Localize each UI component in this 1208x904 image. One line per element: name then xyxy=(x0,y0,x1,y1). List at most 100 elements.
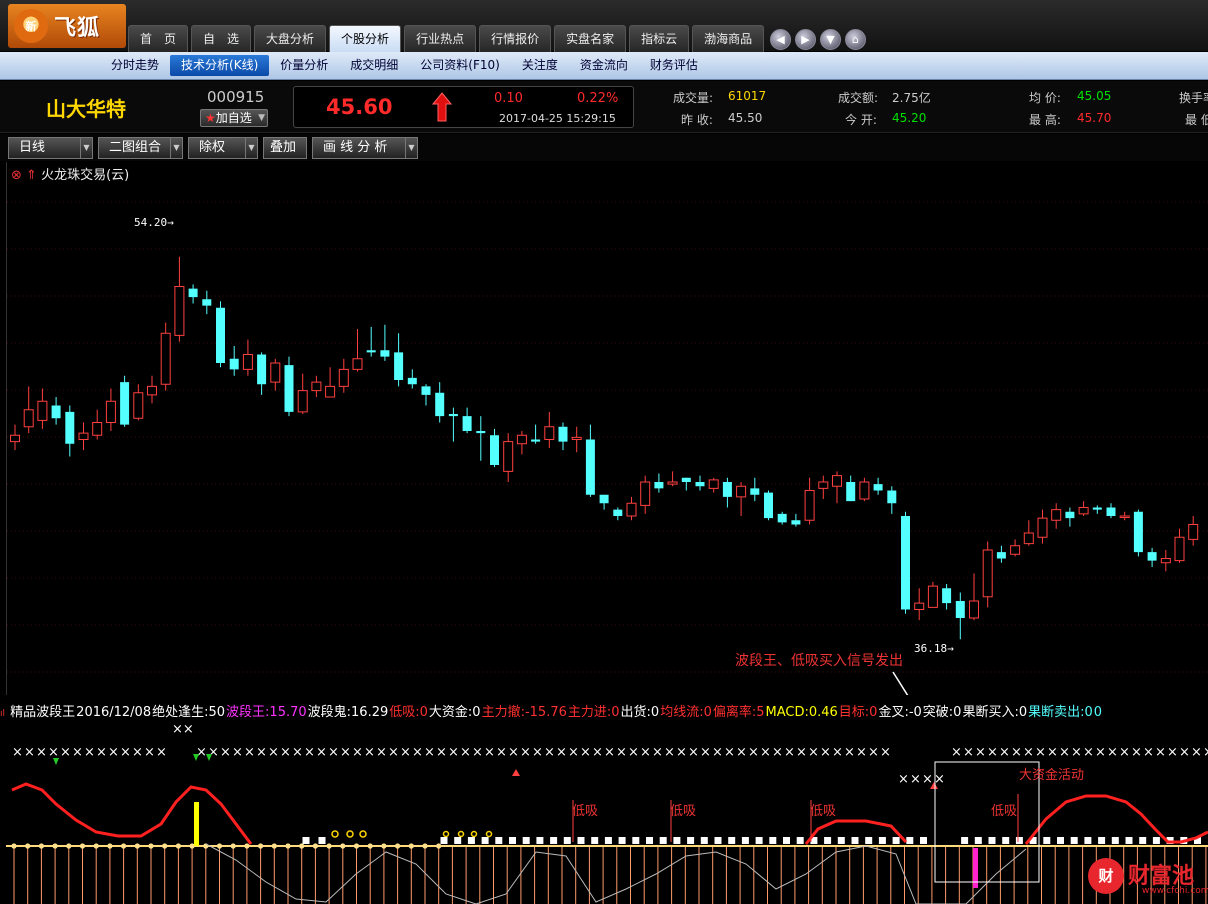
period-dropdown[interactable]: 日线 ▼ xyxy=(8,137,93,159)
combo-dropdown[interactable]: 二图组合 ▼ xyxy=(98,137,183,159)
cross-marker: × xyxy=(772,745,783,760)
cross-marker: × xyxy=(688,745,699,760)
candle-body xyxy=(380,350,390,357)
cross-marker: × xyxy=(999,745,1010,760)
baseline-dot xyxy=(367,843,373,849)
candle-body xyxy=(1023,532,1034,545)
quote-time: 2017-04-25 15:29:15 xyxy=(499,112,616,125)
subnav-tab-3[interactable]: 成交明细 xyxy=(339,55,409,76)
subnav-tab-7[interactable]: 财务评估 xyxy=(639,55,709,76)
cross-marker: × xyxy=(868,745,879,760)
cross-marker: × xyxy=(1083,745,1094,760)
candle-body xyxy=(284,365,294,412)
overlay-button[interactable]: 叠加 xyxy=(263,137,307,159)
baseline-dot xyxy=(408,843,414,849)
indicator-chart[interactable]: × × × × × × × × × × × × × × × × × × × × × × × × × × × × × × × × × × × × × × × ×… xyxy=(6,724,1208,904)
cross-marker: × xyxy=(760,745,771,760)
candle-body xyxy=(736,485,747,498)
cross-marker: × xyxy=(304,745,315,760)
cross-marker: × xyxy=(934,772,945,787)
white-square xyxy=(467,837,475,844)
history-icon[interactable]: ▼ xyxy=(820,29,841,50)
chevron-down-icon[interactable]: ▼ xyxy=(258,110,265,126)
cross-marker: × xyxy=(544,745,555,760)
nav-tab-0[interactable]: 首 页 xyxy=(128,25,189,52)
kline-chart[interactable]: ⊗ ⇑ 火龙珠交易(云) 54.20→ 36.18→ 波段王、低吸买入信号发出 xyxy=(6,162,1208,695)
cross-marker: × xyxy=(532,745,543,760)
baseline-dot xyxy=(189,843,195,849)
nav-tab-8[interactable]: 渤海商品 xyxy=(692,25,765,52)
nav-tab-2[interactable]: 大盘分析 xyxy=(254,25,327,52)
cross-marker: × xyxy=(292,745,303,760)
candle-body xyxy=(1106,507,1116,516)
add-favorite-button[interactable]: ★加自选 ▼ xyxy=(200,109,268,127)
nav-tab-6[interactable]: 实盘名家 xyxy=(554,25,627,52)
indicator-item: 0 xyxy=(1093,705,1103,720)
cross-marker: × xyxy=(72,745,83,760)
candle-body xyxy=(777,513,787,523)
cross-marker: × xyxy=(448,745,459,760)
watermark-url: www.cfchi.com xyxy=(1142,886,1208,896)
candle-body xyxy=(887,490,897,504)
candle-body xyxy=(1051,509,1062,521)
forward-icon[interactable]: ▶ xyxy=(795,29,816,50)
price-box: 45.60 0.10 0.22% 2017-04-25 15:29:15 xyxy=(293,86,634,128)
baseline-dot xyxy=(258,843,264,849)
candle-body xyxy=(1037,517,1048,538)
subnav-tab-0[interactable]: 分时走势 xyxy=(100,55,170,76)
low-label: 最 低 xyxy=(1185,113,1208,127)
candle-body xyxy=(1174,536,1185,562)
cross-marker: × xyxy=(316,745,327,760)
cross-marker: × xyxy=(628,745,639,760)
white-square xyxy=(1139,837,1147,844)
white-square xyxy=(563,837,571,844)
white-square xyxy=(824,837,832,844)
back-icon[interactable]: ◀ xyxy=(770,29,791,50)
white-square xyxy=(961,837,969,844)
white-square xyxy=(1111,837,1119,844)
nav-tab-3[interactable]: 个股分析 xyxy=(329,25,402,52)
app-logo[interactable]: 新 飞狐 xyxy=(8,4,126,48)
subnav-tab-5[interactable]: 关注度 xyxy=(511,55,569,76)
nav-tab-4[interactable]: 行业热点 xyxy=(404,25,477,52)
subnav-tab-2[interactable]: 价量分析 xyxy=(269,55,339,76)
nav-tab-1[interactable]: 自 选 xyxy=(191,25,252,52)
subnav-tab-6[interactable]: 资金流向 xyxy=(569,55,639,76)
rights-label: 除权 xyxy=(199,140,226,155)
rights-dropdown[interactable]: 除权 ▼ xyxy=(188,137,258,159)
logo-text: 飞狐 xyxy=(54,15,101,41)
cross-marker: × xyxy=(376,745,387,760)
white-square xyxy=(851,837,859,844)
draw-dropdown[interactable]: 画 线 分 析 ▼ xyxy=(312,137,418,159)
pin-icon[interactable]: ⇑ xyxy=(26,168,37,183)
close-icon[interactable]: ⊗ xyxy=(11,168,22,183)
home-icon[interactable]: ⌂ xyxy=(845,29,866,50)
candle-body xyxy=(640,481,651,506)
cross-marker: × xyxy=(568,745,579,760)
amount-label: 成交额: xyxy=(838,91,879,105)
cross-marker: × xyxy=(700,745,711,760)
red-trend-line xyxy=(11,782,253,845)
white-square xyxy=(302,837,310,844)
low-buy-label: 低吸 xyxy=(572,804,599,819)
nav-tab-7[interactable]: 指标云 xyxy=(629,25,690,52)
cross-marker: × xyxy=(436,745,447,760)
cross-marker: × xyxy=(880,745,891,760)
cross-marker: × xyxy=(784,745,795,760)
cross-marker: × xyxy=(712,745,723,760)
cross-marker: × xyxy=(898,772,909,787)
subnav-tab-1[interactable]: 技术分析(K线) xyxy=(170,55,270,76)
cross-marker: ×× xyxy=(172,724,194,737)
candle-body xyxy=(558,426,568,442)
indicator-item: 波段鬼:16.29 xyxy=(307,705,389,720)
baseline-dot xyxy=(395,843,401,849)
candle-body xyxy=(242,354,253,370)
candle-body xyxy=(613,509,623,516)
subnav-tab-4[interactable]: 公司资料(F10) xyxy=(409,55,511,76)
white-square xyxy=(673,837,681,844)
white-square xyxy=(974,837,982,844)
app-window: 新 飞狐 首 页自 选大盘分析 个股分析 行业热点 行情报价 实盘名家 指标云 渤海商品 ◀… xyxy=(0,0,1208,904)
nav-tab-5[interactable]: 行情报价 xyxy=(479,25,552,52)
candle-body xyxy=(229,358,239,370)
candle-body xyxy=(216,307,225,363)
